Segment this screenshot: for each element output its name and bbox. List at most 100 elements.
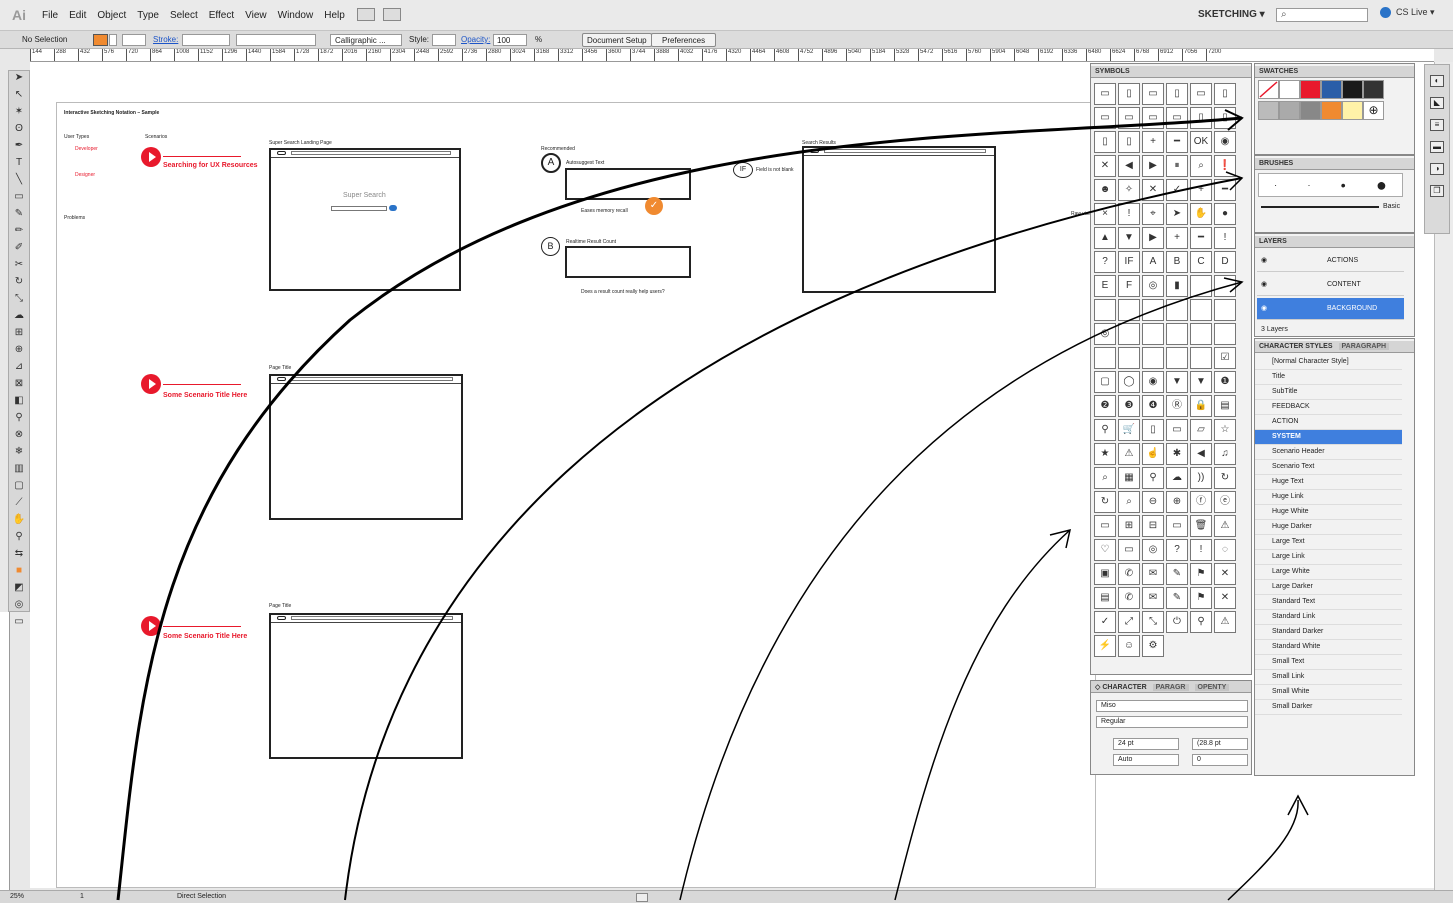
symbol-item[interactable]: A	[1142, 251, 1164, 273]
symbol-item[interactable]: ⚲	[1142, 467, 1164, 489]
perspective-tool-icon[interactable]: ⊿	[10, 361, 28, 377]
symbol-item[interactable]: D	[1214, 251, 1236, 273]
arrange-documents-icon[interactable]	[383, 8, 401, 21]
symbol-item[interactable]: ▣	[1094, 563, 1116, 585]
symbol-item[interactable]: ↻	[1094, 491, 1116, 513]
symbol-item[interactable]: ▶	[1142, 227, 1164, 249]
character-style-item[interactable]: Large Link	[1255, 550, 1402, 565]
symbol-item[interactable]: ▯	[1166, 83, 1188, 105]
symbol-item[interactable]: ◎	[1094, 323, 1116, 345]
swatch-blue[interactable]	[1321, 80, 1342, 99]
symbol-item[interactable]: ⌖	[1142, 203, 1164, 225]
symbol-item[interactable]: OK	[1190, 131, 1212, 153]
symbol-item[interactable]	[1166, 299, 1188, 321]
character-style-item[interactable]: Small Link	[1255, 670, 1402, 685]
symbol-item[interactable]: ▭	[1094, 83, 1116, 105]
cs-live-button[interactable]: CS Live ▾	[1380, 7, 1435, 19]
symbol-item[interactable]	[1214, 299, 1236, 321]
symbol-item[interactable]: ▯	[1118, 83, 1140, 105]
symbol-item[interactable]: ◉	[1214, 131, 1236, 153]
artboard-tool-icon[interactable]: ▢	[10, 480, 28, 496]
symbol-item[interactable]	[1118, 347, 1140, 369]
swatch-gray[interactable]	[1258, 101, 1279, 120]
color-guide-icon[interactable]: ◣	[1430, 97, 1444, 109]
symbol-item[interactable]: 🛒	[1118, 419, 1140, 441]
symbol-item[interactable]: ✆	[1118, 563, 1140, 585]
symbol-item[interactable]: C	[1190, 251, 1212, 273]
symbol-item[interactable]: ⚑	[1190, 587, 1212, 609]
character-style-item[interactable]: SubTitle	[1255, 385, 1402, 400]
symbol-item[interactable]: ✎	[1166, 563, 1188, 585]
symbol-item[interactable]: ✋	[1190, 203, 1212, 225]
symbol-item[interactable]	[1118, 323, 1140, 345]
symbol-item[interactable]: ▢	[1094, 371, 1116, 393]
brush-dots[interactable]: · · • ●	[1258, 173, 1403, 197]
symbol-item[interactable]: ━	[1190, 227, 1212, 249]
symbol-item[interactable]: ▯	[1142, 419, 1164, 441]
symbol-item[interactable]: ☁	[1166, 467, 1188, 489]
character-style-item[interactable]: Small Text	[1255, 655, 1402, 670]
symbol-item[interactable]: ⚠	[1214, 611, 1236, 633]
gradient-tool-icon[interactable]: ◧	[10, 395, 28, 411]
layer-row-content[interactable]: ◉ CONTENT	[1257, 274, 1404, 296]
symbol-item[interactable]: ✕	[1214, 587, 1236, 609]
symbol-item[interactable]: ▮	[1166, 275, 1188, 297]
symbol-item[interactable]: +	[1190, 179, 1212, 201]
symbol-item[interactable]: ☻	[1094, 179, 1116, 201]
symbol-item[interactable]: ☝	[1142, 443, 1164, 465]
fill-stroke-icon[interactable]: ■	[10, 565, 28, 581]
rectangle-tool-icon[interactable]: ▭	[10, 191, 28, 207]
symbol-item[interactable]: ⌕	[1094, 467, 1116, 489]
visibility-eye-icon[interactable]: ◉	[1261, 304, 1267, 312]
swatch-gray-3[interactable]	[1300, 101, 1321, 120]
draw-mode-icon[interactable]: ◎	[10, 599, 28, 615]
symbol-item[interactable]: F	[1118, 275, 1140, 297]
symbol-item[interactable]	[1190, 275, 1212, 297]
menu-effect[interactable]: Effect	[209, 10, 234, 21]
character-style-item[interactable]: Standard White	[1255, 640, 1402, 655]
menu-help[interactable]: Help	[324, 10, 345, 21]
symbol-item[interactable]: ◀	[1118, 155, 1140, 177]
menu-file[interactable]: File	[42, 10, 58, 21]
symbol-item[interactable]: ⊖	[1142, 491, 1164, 513]
symbol-item[interactable]: ⓕ	[1190, 491, 1212, 513]
symbol-item[interactable]: ✧	[1118, 179, 1140, 201]
symbol-item[interactable]: ▼	[1166, 371, 1188, 393]
symbol-item[interactable]	[1214, 323, 1236, 345]
symbol-item[interactable]: ▭	[1166, 107, 1188, 129]
symbol-item[interactable]	[1094, 299, 1116, 321]
symbol-item[interactable]: ⚑	[1190, 563, 1212, 585]
character-panel-header[interactable]: ◇ CHARACTER PARAGR OPENTY	[1091, 681, 1251, 693]
symbol-item[interactable]: ▭	[1190, 83, 1212, 105]
symbol-item[interactable]: ▤	[1214, 395, 1236, 417]
leading-field[interactable]: (28.8 pt	[1192, 738, 1248, 750]
free-transform-tool-icon[interactable]: ⊞	[10, 327, 28, 343]
symbol-item[interactable]: ❷	[1094, 395, 1116, 417]
bridge-icon[interactable]	[357, 8, 375, 21]
stroke-weight-field[interactable]	[182, 34, 230, 46]
character-style-item[interactable]: Small White	[1255, 685, 1402, 700]
symbol-item[interactable]: E	[1094, 275, 1116, 297]
symbol-item[interactable]: ✱	[1166, 443, 1188, 465]
symbol-item[interactable]	[1142, 323, 1164, 345]
fill-color-swatch[interactable]	[93, 34, 108, 46]
character-style-item[interactable]: Standard Darker	[1255, 625, 1402, 640]
symbol-item[interactable]: ✕	[1094, 155, 1116, 177]
symbol-item[interactable]: ◯	[1118, 371, 1140, 393]
symbol-item[interactable]: ❶	[1214, 371, 1236, 393]
symbol-item[interactable]: +	[1142, 131, 1164, 153]
opacity-field[interactable]: 100	[493, 34, 527, 46]
character-style-item[interactable]: Huge Darker	[1255, 520, 1402, 535]
workspace-switcher[interactable]: SKETCHING ▾	[1198, 9, 1265, 20]
symbol-item[interactable]	[1214, 275, 1236, 297]
symbol-sprayer-tool-icon[interactable]: ❄	[10, 446, 28, 462]
pen-tool-icon[interactable]: ✒	[10, 140, 28, 156]
direct-selection-tool-icon[interactable]: ↖	[10, 89, 28, 105]
symbol-item[interactable]: ×	[1094, 203, 1116, 225]
symbol-item[interactable]: ⏸	[1166, 155, 1188, 177]
symbol-item[interactable]: 🗑	[1190, 515, 1212, 537]
symbol-item[interactable]: ▭	[1094, 107, 1116, 129]
symbol-item[interactable]: ▼	[1118, 227, 1140, 249]
symbol-item[interactable]: +	[1166, 227, 1188, 249]
swatch-orange[interactable]	[1321, 101, 1342, 120]
